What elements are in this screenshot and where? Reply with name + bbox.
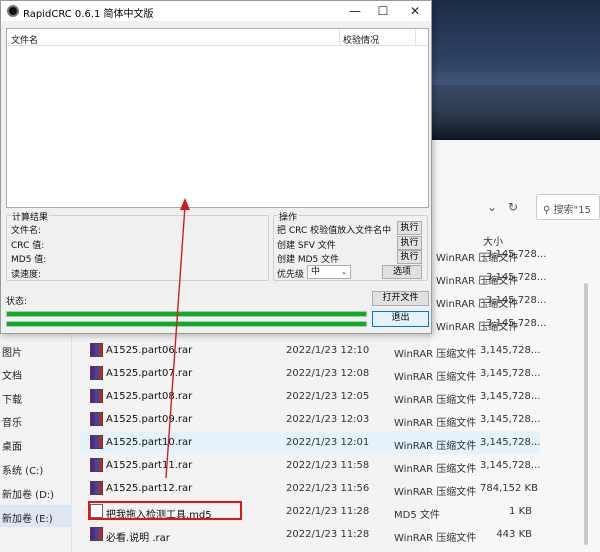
drag-arrow-annotation [165,198,190,479]
arrow-head [180,198,190,210]
arrow-line [165,205,186,479]
